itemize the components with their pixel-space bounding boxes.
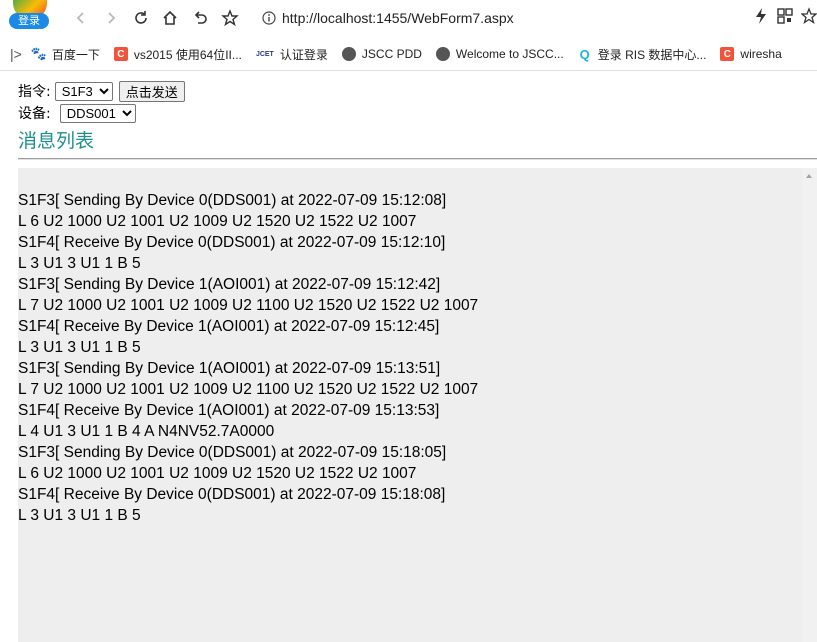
bookmark-item[interactable]: 🐾 百度一下 bbox=[30, 46, 100, 63]
lightning-icon[interactable] bbox=[753, 7, 769, 25]
reload-button[interactable] bbox=[130, 7, 152, 29]
bookmark-star-button[interactable] bbox=[219, 7, 241, 29]
paw-icon: 🐾 bbox=[30, 46, 47, 61]
message-list-box[interactable]: S1F3[ Sending By Device 0(DDS001) at 202… bbox=[18, 168, 802, 642]
forward-button[interactable] bbox=[100, 7, 122, 29]
message-list-scrollbar[interactable] bbox=[802, 168, 817, 642]
message-line: L 3 U1 3 U1 1 B 5 bbox=[18, 507, 141, 524]
scroll-up-arrow-icon[interactable] bbox=[806, 174, 812, 178]
undo-close-tab-button[interactable] bbox=[189, 7, 211, 29]
jcet-icon: JCET bbox=[255, 50, 274, 58]
sidebar-toggle-icon[interactable]: |> bbox=[10, 46, 22, 62]
qr-code-icon[interactable] bbox=[777, 7, 793, 25]
message-line: S1F4[ Receive By Device 1(AOI001) at 202… bbox=[18, 402, 440, 419]
message-line: L 3 U1 3 U1 1 B 5 bbox=[18, 339, 141, 356]
command-row: 指令: S1F3 点击发送 bbox=[18, 80, 817, 102]
bookmark-label: Welcome to JSCC... bbox=[455, 47, 564, 61]
favorites-star-icon[interactable] bbox=[801, 7, 817, 25]
reload-icon bbox=[135, 11, 147, 24]
bookmark-item[interactable]: JCET 认证登录 bbox=[256, 46, 328, 63]
message-line: L 3 U1 3 U1 1 B 5 bbox=[18, 255, 141, 272]
bookmark-label: 百度一下 bbox=[51, 47, 100, 62]
home-button[interactable] bbox=[159, 7, 181, 29]
bookmark-label: JSCC PDD bbox=[361, 47, 422, 61]
message-line: S1F4[ Receive By Device 1(AOI001) at 202… bbox=[18, 318, 440, 335]
command-label: 指令: bbox=[18, 84, 51, 100]
page-title: 消息列表 bbox=[18, 130, 95, 152]
site-info-icon[interactable] bbox=[262, 11, 276, 25]
bookmark-label: 登录 RIS 数据中心... bbox=[597, 47, 707, 62]
message-line: S1F3[ Sending By Device 0(DDS001) at 202… bbox=[18, 444, 447, 461]
message-line: L 7 U2 1000 U2 1001 U2 1009 U2 1100 U2 1… bbox=[18, 297, 479, 314]
back-arrow-icon bbox=[76, 12, 84, 24]
q-icon: Q bbox=[579, 46, 590, 62]
bookmark-item[interactable]: C wiresha bbox=[720, 47, 782, 61]
message-line: L 6 U2 1000 U2 1001 U2 1009 U2 1520 U2 1… bbox=[18, 213, 417, 230]
bookmark-label: 认证登录 bbox=[279, 47, 328, 62]
message-line: S1F3[ Sending By Device 1(AOI001) at 202… bbox=[18, 360, 441, 377]
browser-toolbar: 登录 http://localhost:1455/WebForm7.aspx bbox=[0, 0, 817, 38]
divider bbox=[18, 158, 817, 160]
message-line: S1F3[ Sending By Device 1(AOI001) at 202… bbox=[18, 276, 441, 293]
toolbar-right-icons bbox=[753, 7, 817, 25]
command-select[interactable]: S1F3 bbox=[54, 81, 113, 101]
device-label: 设备: bbox=[18, 106, 51, 122]
message-line: L 6 U2 1000 U2 1001 U2 1009 U2 1520 U2 1… bbox=[18, 465, 417, 482]
bookmark-item[interactable]: C vs2015 使用64位II... bbox=[113, 46, 242, 63]
message-list: S1F3[ Sending By Device 0(DDS001) at 202… bbox=[18, 168, 802, 526]
url-text: http://localhost:1455/WebForm7.aspx bbox=[282, 10, 514, 26]
send-button[interactable]: 点击发送 bbox=[118, 80, 185, 102]
bookmark-label: wiresha bbox=[740, 47, 782, 61]
c-icon: C bbox=[720, 47, 735, 61]
message-line: S1F3[ Sending By Device 0(DDS001) at 202… bbox=[18, 192, 447, 209]
back-button[interactable] bbox=[70, 7, 92, 29]
star-icon bbox=[221, 9, 239, 27]
bookmark-item[interactable]: Welcome to JSCC... bbox=[435, 47, 564, 61]
login-badge-label: 登录 bbox=[9, 13, 49, 29]
globe-icon bbox=[341, 47, 356, 61]
page-form: 指令: S1F3 点击发送 设备: DDS001 消息列表 bbox=[18, 80, 817, 153]
globe-icon bbox=[435, 47, 450, 61]
bookmark-item[interactable]: JSCC PDD bbox=[341, 47, 422, 61]
undo-icon bbox=[194, 11, 207, 24]
device-row: 设备: DDS001 bbox=[18, 102, 817, 124]
forward-arrow-icon bbox=[108, 12, 116, 24]
bookmark-item[interactable]: Q 登录 RIS 数据中心... bbox=[578, 46, 707, 63]
home-icon bbox=[163, 10, 177, 25]
message-line: L 4 U1 3 U1 1 B 4 A N4NV52.7A0000 bbox=[18, 423, 275, 440]
bookmark-label: vs2015 使用64位II... bbox=[133, 47, 242, 62]
device-select[interactable]: DDS001 bbox=[59, 103, 136, 123]
message-line: L 7 U2 1000 U2 1001 U2 1009 U2 1100 U2 1… bbox=[18, 381, 479, 398]
profile-login-button[interactable]: 登录 bbox=[6, 0, 52, 32]
address-bar[interactable]: http://localhost:1455/WebForm7.aspx bbox=[262, 7, 514, 29]
message-line: S1F4[ Receive By Device 0(DDS001) at 202… bbox=[18, 234, 446, 251]
c-icon: C bbox=[113, 47, 128, 61]
bookmarks-bar: |> 🐾 百度一下 C vs2015 使用64位II... JCET 认证登录 … bbox=[0, 38, 817, 71]
message-line: S1F4[ Receive By Device 0(DDS001) at 202… bbox=[18, 486, 446, 503]
